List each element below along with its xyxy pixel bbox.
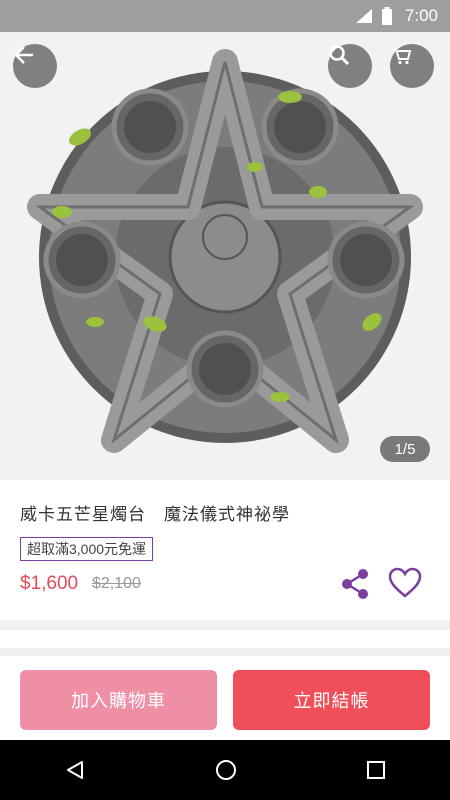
original-price: $2,100 bbox=[92, 575, 141, 592]
product-title: 威卡五芒星燭台 魔法儀式神祕學 bbox=[20, 505, 290, 524]
product-info: 威卡五芒星燭台 魔法儀式神祕學 超取滿3,000元免運 $1,600 $2,10… bbox=[0, 480, 450, 620]
back-button[interactable] bbox=[13, 44, 57, 88]
section-divider bbox=[0, 648, 450, 656]
cart-icon bbox=[393, 48, 412, 65]
nav-back-icon[interactable] bbox=[64, 759, 86, 781]
action-bar: 加入購物車 立即結帳 bbox=[0, 656, 450, 740]
product-image bbox=[0, 32, 450, 480]
add-to-cart-button[interactable]: 加入購物車 bbox=[20, 670, 217, 730]
cart-button[interactable] bbox=[390, 44, 434, 88]
search-icon bbox=[329, 45, 350, 66]
nav-recents-icon[interactable] bbox=[366, 760, 386, 780]
arrow-left-icon bbox=[14, 46, 33, 64]
share-icon bbox=[342, 569, 368, 599]
checkout-button[interactable]: 立即結帳 bbox=[233, 670, 430, 730]
image-counter: 1/5 bbox=[380, 436, 430, 462]
heart-icon bbox=[388, 567, 422, 598]
section-divider bbox=[0, 620, 450, 630]
promo-badge: 超取滿3,000元免運 bbox=[20, 537, 154, 561]
battery-icon bbox=[381, 7, 392, 25]
status-bar: 7:00 bbox=[0, 0, 450, 32]
product-image-gallery[interactable]: 1/5 bbox=[0, 32, 450, 480]
signal-icon bbox=[355, 9, 372, 23]
search-button[interactable] bbox=[328, 44, 372, 88]
product-price: $1,600 bbox=[20, 573, 79, 594]
nav-home-icon[interactable] bbox=[214, 758, 238, 782]
system-nav-bar bbox=[0, 740, 450, 800]
share-button[interactable] bbox=[340, 568, 370, 604]
favorite-button[interactable] bbox=[388, 567, 422, 603]
status-time: 7:00 bbox=[404, 6, 438, 25]
